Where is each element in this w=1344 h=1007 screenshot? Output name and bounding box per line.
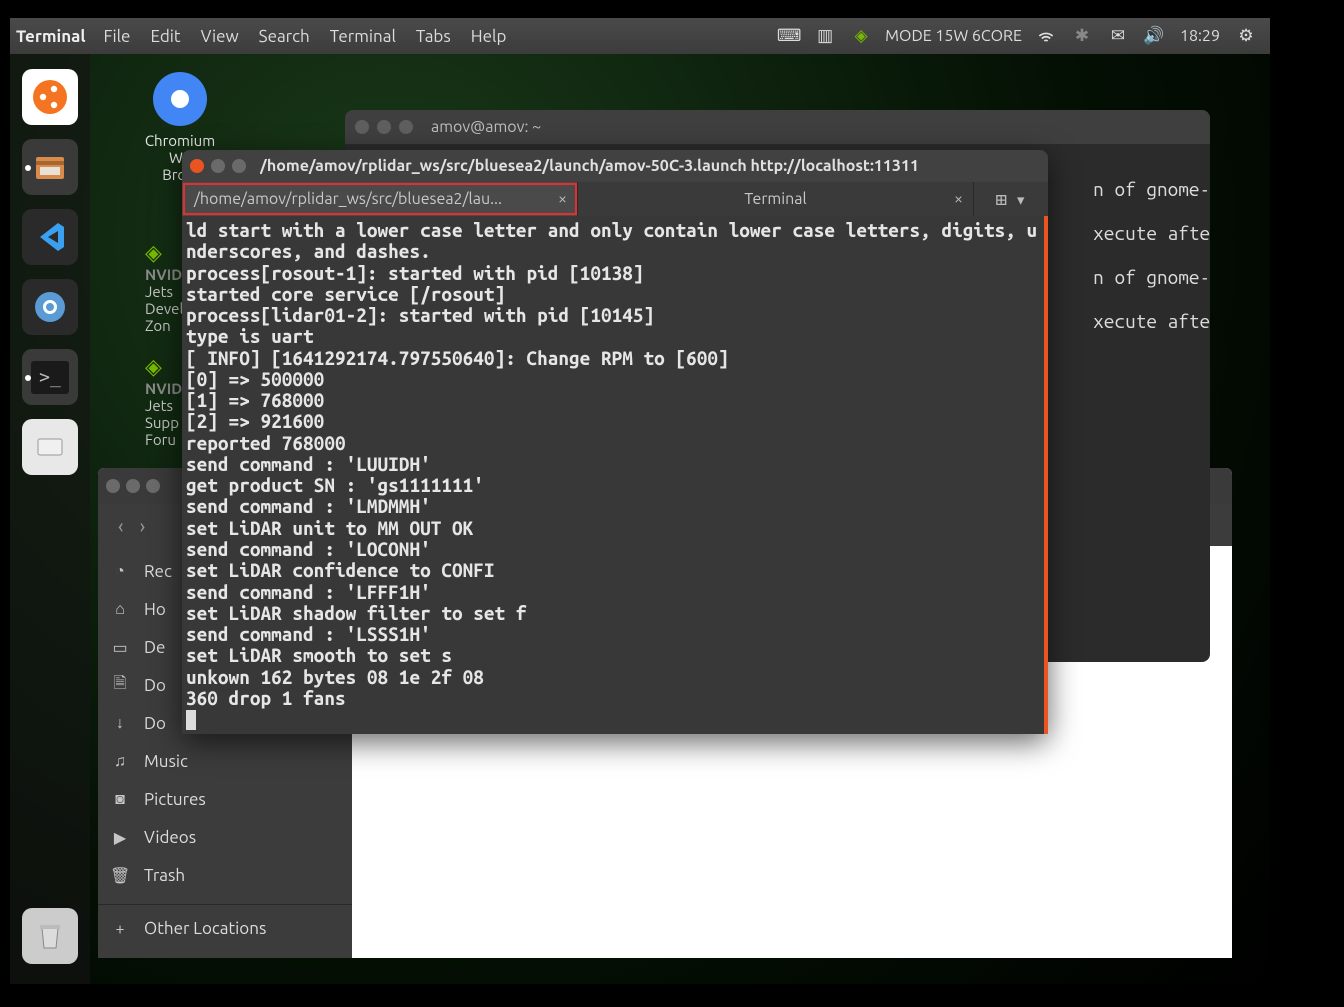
sidebar-item-other[interactable]: +Other Locations xyxy=(98,904,352,942)
sidebar-item-trash[interactable]: 🗑Trash xyxy=(98,856,352,894)
recent-icon: ◔ xyxy=(110,562,130,581)
menu-search[interactable]: Search xyxy=(249,27,320,46)
sidebar-item-videos[interactable]: ▶Videos xyxy=(98,818,352,856)
gear-icon[interactable]: ⚙ xyxy=(1232,22,1260,50)
terminal-front-body[interactable]: ld start with a lower case letter and on… xyxy=(182,216,1048,734)
launcher-vscode[interactable] xyxy=(22,209,78,265)
launcher-chromium[interactable] xyxy=(22,279,78,335)
menu-tabs[interactable]: Tabs xyxy=(406,27,461,46)
minimize-icon[interactable] xyxy=(126,479,140,493)
menu-view[interactable]: View xyxy=(191,27,249,46)
document-icon: 🗎 xyxy=(110,672,130,699)
terminal-tab-2[interactable]: Terminal × xyxy=(578,182,974,216)
trash-icon: 🗑 xyxy=(110,866,130,885)
terminal-front-title: /home/amov/rplidar_ws/src/bluesea2/launc… xyxy=(260,157,919,175)
launcher-ubuntu[interactable] xyxy=(22,69,78,125)
menu-help[interactable]: Help xyxy=(461,27,517,46)
bg-text-2: ◈ NVID Jets Supp Foru xyxy=(145,354,182,448)
sidebar-item-music[interactable]: ♫Music xyxy=(98,742,352,780)
tab-close-icon[interactable]: × xyxy=(558,190,567,208)
camera-icon: ◙ xyxy=(110,790,130,809)
indicator-icon[interactable]: ▥ xyxy=(811,22,839,50)
mail-icon[interactable]: ✉ xyxy=(1104,22,1132,50)
tab-close-icon[interactable]: × xyxy=(954,190,963,208)
terminal-back-titlebar[interactable]: amov@amov: ~ xyxy=(345,110,1210,144)
menubar: Terminal File Edit View Search Terminal … xyxy=(10,18,1270,54)
terminal-tabs: /home/amov/rplidar_ws/src/bluesea2/lau..… xyxy=(182,182,1048,216)
volume-icon[interactable]: 🔊 xyxy=(1140,22,1168,50)
nav-forward[interactable]: › xyxy=(132,514,154,537)
app-name: Terminal xyxy=(16,27,86,46)
close-icon[interactable] xyxy=(355,120,369,134)
menu-terminal[interactable]: Terminal xyxy=(320,27,406,46)
launcher-trash[interactable] xyxy=(22,908,78,964)
home-icon: ⌂ xyxy=(110,600,130,619)
terminal-window-foreground[interactable]: /home/amov/rplidar_ws/src/bluesea2/launc… xyxy=(182,150,1048,734)
video-icon: ▶ xyxy=(110,828,130,847)
sidebar-item-pictures[interactable]: ◙Pictures xyxy=(98,780,352,818)
tab-label: Terminal xyxy=(744,190,806,208)
maximize-icon[interactable] xyxy=(399,120,413,134)
terminal-tab-1[interactable]: /home/amov/rplidar_ws/src/bluesea2/lau..… xyxy=(182,182,578,216)
terminal-back-title: amov@amov: ~ xyxy=(431,118,541,136)
nav-back[interactable]: ‹ xyxy=(110,514,132,537)
clock[interactable]: 18:29 xyxy=(1180,27,1220,45)
tab-menu-icon[interactable]: ▾ xyxy=(1015,188,1026,211)
folder-icon: ▭ xyxy=(110,638,130,657)
plus-icon: + xyxy=(110,920,130,938)
maximize-icon[interactable] xyxy=(232,159,246,173)
terminal-front-titlebar[interactable]: /home/amov/rplidar_ws/src/bluesea2/launc… xyxy=(182,150,1048,182)
menu-edit[interactable]: Edit xyxy=(140,27,190,46)
desktop-icon-label: Chromium xyxy=(130,132,230,149)
download-icon: ↓ xyxy=(110,714,130,733)
maximize-icon[interactable] xyxy=(146,479,160,493)
minimize-icon[interactable] xyxy=(211,159,225,173)
minimize-icon[interactable] xyxy=(377,120,391,134)
keyboard-icon[interactable]: ⌨ xyxy=(775,22,803,50)
music-icon: ♫ xyxy=(110,752,130,771)
wifi-icon[interactable] xyxy=(1032,22,1060,50)
power-mode[interactable]: MODE 15W 6CORE xyxy=(885,27,1022,45)
bg-text: ◈ NVID Jets Devel Zon xyxy=(145,240,183,334)
menu-file[interactable]: File xyxy=(94,27,141,46)
bluetooth-icon[interactable]: ✱ xyxy=(1068,22,1096,50)
tab-label: /home/amov/rplidar_ws/src/bluesea2/lau..… xyxy=(194,190,502,208)
close-icon[interactable] xyxy=(106,479,120,493)
launcher-terminal[interactable]: >_ xyxy=(22,349,78,405)
launcher: >_ xyxy=(10,54,90,984)
chromium-icon xyxy=(153,72,207,126)
launcher-removable-disk[interactable] xyxy=(22,419,78,475)
close-icon[interactable] xyxy=(190,159,204,173)
terminal-tab-controls: ⊞ ▾ xyxy=(974,182,1048,216)
launcher-files[interactable] xyxy=(22,139,78,195)
nvidia-icon[interactable]: ◈ xyxy=(847,22,875,50)
new-tab-icon[interactable]: ⊞ xyxy=(996,188,1007,211)
